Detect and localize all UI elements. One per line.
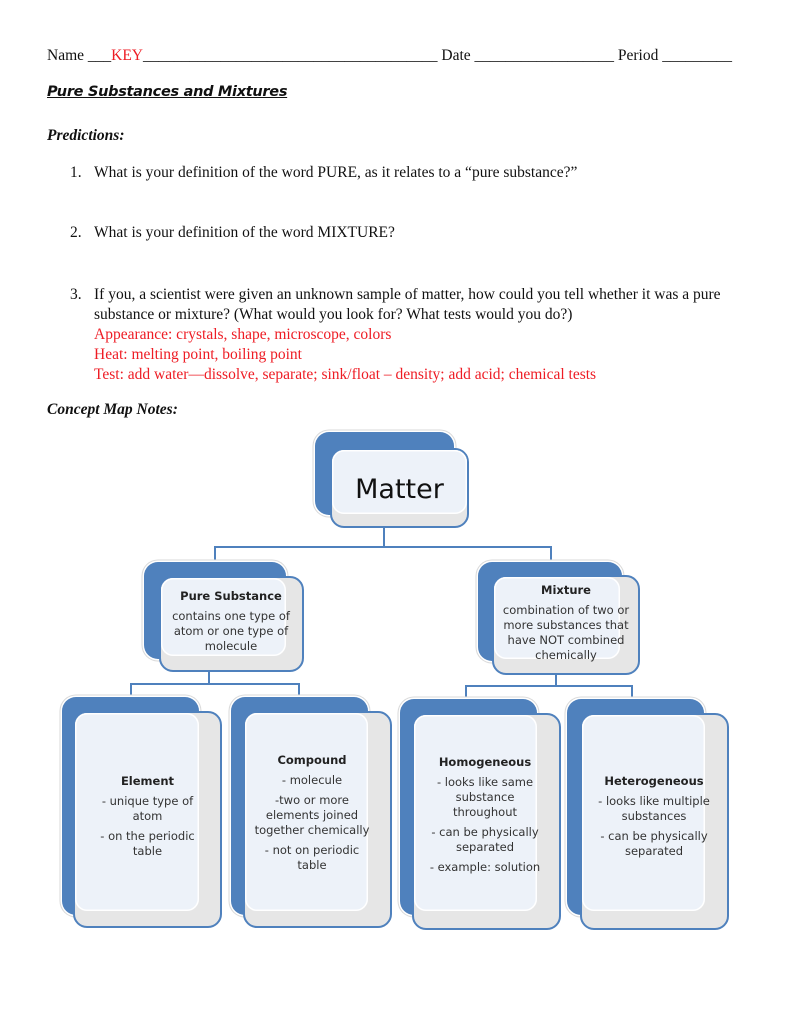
node-line: - can be physically separated	[431, 825, 539, 854]
question-text: What is your definition of the word PURE…	[94, 164, 578, 181]
node-title: Mixture	[541, 583, 591, 597]
date-label: Date	[441, 47, 471, 64]
date-field[interactable]: __________________	[475, 47, 615, 64]
connector-line	[383, 527, 385, 547]
node-title: Compound	[277, 753, 347, 767]
question-number: 2.	[70, 224, 82, 241]
name-label: Name	[47, 47, 85, 64]
node-line: - can be physically separated	[600, 829, 708, 858]
node-text: Mixture combination of two or more subst…	[494, 583, 638, 668]
node-title: Pure Substance	[180, 589, 282, 603]
question-text: substance or mixture? (What would you lo…	[94, 306, 573, 323]
node-line: - example: solution	[429, 860, 541, 874]
concept-map-heading: Concept Map Notes:	[47, 401, 178, 418]
connector-line	[631, 685, 633, 699]
question-3: 3. If you, a scientist were given an unkn…	[70, 285, 721, 385]
node-line: - on the periodic table	[100, 829, 195, 858]
period-field[interactable]: _________	[662, 47, 732, 64]
node-text: Compound - molecule -two or more element…	[239, 753, 385, 878]
node-line: -two or more elements joined together ch…	[254, 793, 370, 837]
connector-line	[130, 683, 132, 697]
node-line: - looks like multiple substances	[598, 794, 710, 823]
node-line: - molecule	[281, 773, 343, 787]
name-blank: ______________________________________	[143, 47, 438, 64]
question-2: 2. What is your definition of the word MI…	[70, 223, 395, 243]
node-title: Element	[120, 774, 175, 788]
connector-line	[550, 546, 552, 562]
connector-line	[465, 685, 633, 687]
name-value: KEY	[111, 47, 143, 64]
node-text: Pure Substance contains one type of atom…	[161, 589, 301, 659]
node-line: contains one type of atom or one type of…	[172, 609, 290, 653]
question-text: What is your definition of the word MIXT…	[94, 224, 395, 241]
node-line: combination of two or more substances th…	[502, 603, 630, 662]
name-field[interactable]: ___KEY__________________________________…	[88, 47, 438, 64]
question-1: 1. What is your definition of the word PU…	[70, 163, 577, 183]
node-title: Homogeneous	[438, 755, 532, 769]
connector-line	[214, 546, 216, 562]
page-title: Pure Substances and Mixtures	[47, 84, 288, 100]
node-text: Homogeneous - looks like same substance …	[412, 755, 558, 880]
question-number: 3.	[70, 286, 82, 303]
node-title: Matter	[355, 474, 444, 505]
connector-line	[298, 683, 300, 697]
connector-line	[130, 683, 300, 685]
answer-line: Appearance: crystals, shape, microscope,…	[94, 326, 392, 343]
node-title: Heterogeneous	[604, 774, 704, 788]
node-line: - looks like same substance throughout	[436, 775, 534, 819]
answer-line: Test: add water—dissolve, separate; sink…	[94, 366, 597, 383]
connector-line	[465, 685, 467, 699]
header-line: Name ___KEY_____________________________…	[47, 46, 732, 66]
answer-line: Heat: melting point, boiling point	[94, 346, 302, 363]
name-blank: ___	[87, 47, 112, 64]
node-line: - unique type of atom	[101, 794, 194, 823]
period-label: Period	[617, 47, 659, 64]
connector-line	[214, 546, 552, 548]
predictions-heading: Predictions:	[47, 127, 125, 144]
node-text: Heterogeneous - looks like multiple subs…	[579, 774, 729, 864]
question-number: 1.	[70, 164, 82, 181]
node-text: Element - unique type of atom - on the p…	[75, 774, 220, 864]
node-line: - not on periodic table	[264, 843, 360, 872]
question-text: If you, a scientist were given an unknow…	[94, 286, 721, 303]
